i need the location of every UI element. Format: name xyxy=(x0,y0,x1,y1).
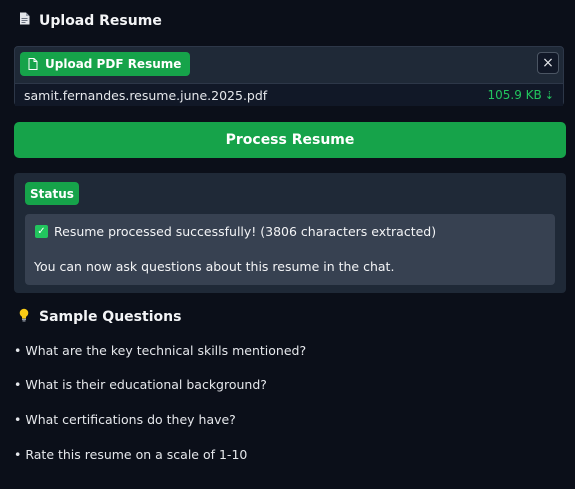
file-size-link[interactable]: 105.9 KB ⇣ xyxy=(488,88,555,102)
status-message: Resume processed successfully! (3806 cha… xyxy=(54,224,437,239)
file-icon xyxy=(28,58,38,70)
sample-questions-title: Sample Questions xyxy=(16,308,181,326)
sample-question[interactable]: • Rate this resume on a scale of 1-10 xyxy=(14,447,247,462)
status-panel: Status ✓ Resume processed successfully! … xyxy=(14,173,566,293)
status-followup: You can now ask questions about this res… xyxy=(34,259,395,274)
file-name: samit.fernandes.resume.june.2025.pdf xyxy=(24,87,268,103)
close-icon[interactable]: × xyxy=(537,52,559,74)
upload-pdf-button-label: Upload PDF Resume xyxy=(45,57,182,71)
lightbulb-icon xyxy=(16,308,32,326)
upload-section-title: Upload Resume xyxy=(16,12,162,29)
sample-question[interactable]: • What certifications do they have? xyxy=(14,412,236,427)
file-upload-box[interactable]: Upload PDF Resume × samit.fernandes.resu… xyxy=(14,46,564,106)
sample-question[interactable]: • What is their educational background? xyxy=(14,377,267,392)
file-size: 105.9 KB xyxy=(487,88,542,102)
upload-pdf-button[interactable]: Upload PDF Resume xyxy=(20,52,191,76)
uploaded-file-row: samit.fernandes.resume.june.2025.pdf 105… xyxy=(15,83,563,106)
upload-section-title-text: Upload Resume xyxy=(39,12,162,29)
download-icon[interactable]: ⇣ xyxy=(545,89,554,102)
status-badge: Status xyxy=(25,182,79,205)
sample-questions-title-text: Sample Questions xyxy=(39,309,182,325)
status-success-line: ✓ Resume processed successfully! (3806 c… xyxy=(35,224,436,239)
document-icon xyxy=(16,12,32,29)
process-resume-button[interactable]: Process Resume xyxy=(14,122,566,158)
check-icon: ✓ xyxy=(35,225,48,238)
status-message-box: ✓ Resume processed successfully! (3806 c… xyxy=(25,214,555,285)
resume-panel: Upload Resume Upload PDF Resume × samit.… xyxy=(0,0,575,489)
sample-question[interactable]: • What are the key technical skills ment… xyxy=(14,343,306,358)
